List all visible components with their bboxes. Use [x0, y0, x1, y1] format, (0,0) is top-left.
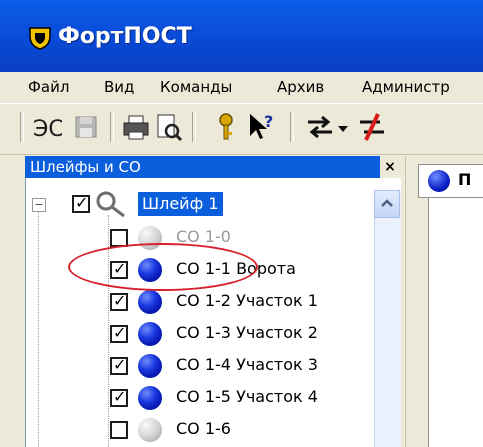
save-icon[interactable]	[70, 110, 102, 144]
connect-icon[interactable]: ЭС	[30, 110, 62, 144]
loop-icon	[96, 191, 125, 218]
menu-admin[interactable]: Администр	[362, 78, 450, 96]
tree-collapse-toggle[interactable]: −	[32, 198, 46, 212]
panel-title: Шлейфы и СО	[30, 158, 141, 176]
vertical-scrollbar[interactable]	[374, 190, 401, 447]
help-pointer-icon[interactable]: ?	[246, 110, 278, 144]
status-ball-icon	[138, 354, 162, 378]
tree-item-label[interactable]: СО 1-6	[176, 419, 231, 438]
menu-view[interactable]: Вид	[104, 78, 134, 96]
window-title: ФортПОСТ	[58, 24, 192, 49]
checkmark-icon: ✓	[113, 323, 127, 342]
checkmark-icon: ✓	[113, 355, 127, 374]
item-checkbox[interactable]: ✓	[110, 355, 128, 375]
svg-text:ЭС: ЭС	[33, 117, 62, 142]
tree-item-label[interactable]: СО 1-3 Участок 2	[176, 323, 318, 342]
checkmark-icon: ✓	[113, 291, 127, 310]
menu-commands[interactable]: Команды	[160, 78, 232, 96]
key-icon[interactable]	[210, 110, 242, 144]
svg-text:?: ?	[264, 112, 273, 131]
toolbar-separator	[20, 112, 24, 142]
scroll-up-button[interactable]	[374, 190, 400, 218]
disconnect-icon[interactable]	[356, 110, 388, 144]
checkmark-icon: ✓	[75, 193, 89, 212]
tree-root-label[interactable]: Шлейф 1	[138, 192, 223, 216]
status-ball-icon	[138, 386, 162, 410]
item-checkbox[interactable]: ✓	[110, 323, 128, 343]
status-ball-icon	[428, 170, 450, 192]
swap-icon[interactable]	[304, 110, 336, 144]
tree-view[interactable]	[25, 178, 401, 447]
toolbar-separator	[110, 112, 114, 142]
status-ball-icon	[138, 322, 162, 346]
checkmark-icon: ✓	[113, 387, 127, 406]
print-icon[interactable]	[120, 110, 152, 144]
dropdown-icon[interactable]	[336, 110, 350, 144]
right-tab-label: П	[458, 170, 472, 189]
print-preview-icon[interactable]	[152, 110, 184, 144]
item-checkbox[interactable]: ✓	[110, 387, 128, 407]
status-ball-icon	[138, 290, 162, 314]
root-checkbox[interactable]: ✓	[72, 193, 90, 213]
toolbar-separator	[192, 112, 196, 142]
panel-close-button[interactable]: ×	[380, 156, 400, 178]
tree-item-label[interactable]: СО 1-4 Участок 3	[176, 355, 318, 374]
toolbar-separator	[290, 112, 294, 142]
menu-archive[interactable]: Архив	[277, 78, 324, 96]
tree-line	[38, 210, 39, 447]
shield-logo-icon	[29, 27, 51, 50]
highlight-annotation	[68, 243, 258, 291]
tree-item-label[interactable]: СО 1-2 Участок 1	[176, 291, 318, 310]
right-content	[428, 198, 483, 447]
tree-item-label[interactable]: СО 1-5 Участок 4	[176, 387, 318, 406]
status-ball-icon	[138, 418, 162, 442]
item-checkbox[interactable]	[110, 421, 128, 439]
item-checkbox[interactable]: ✓	[110, 291, 128, 311]
chevron-up-icon	[381, 199, 393, 207]
menu-file[interactable]: Файл	[28, 78, 69, 96]
